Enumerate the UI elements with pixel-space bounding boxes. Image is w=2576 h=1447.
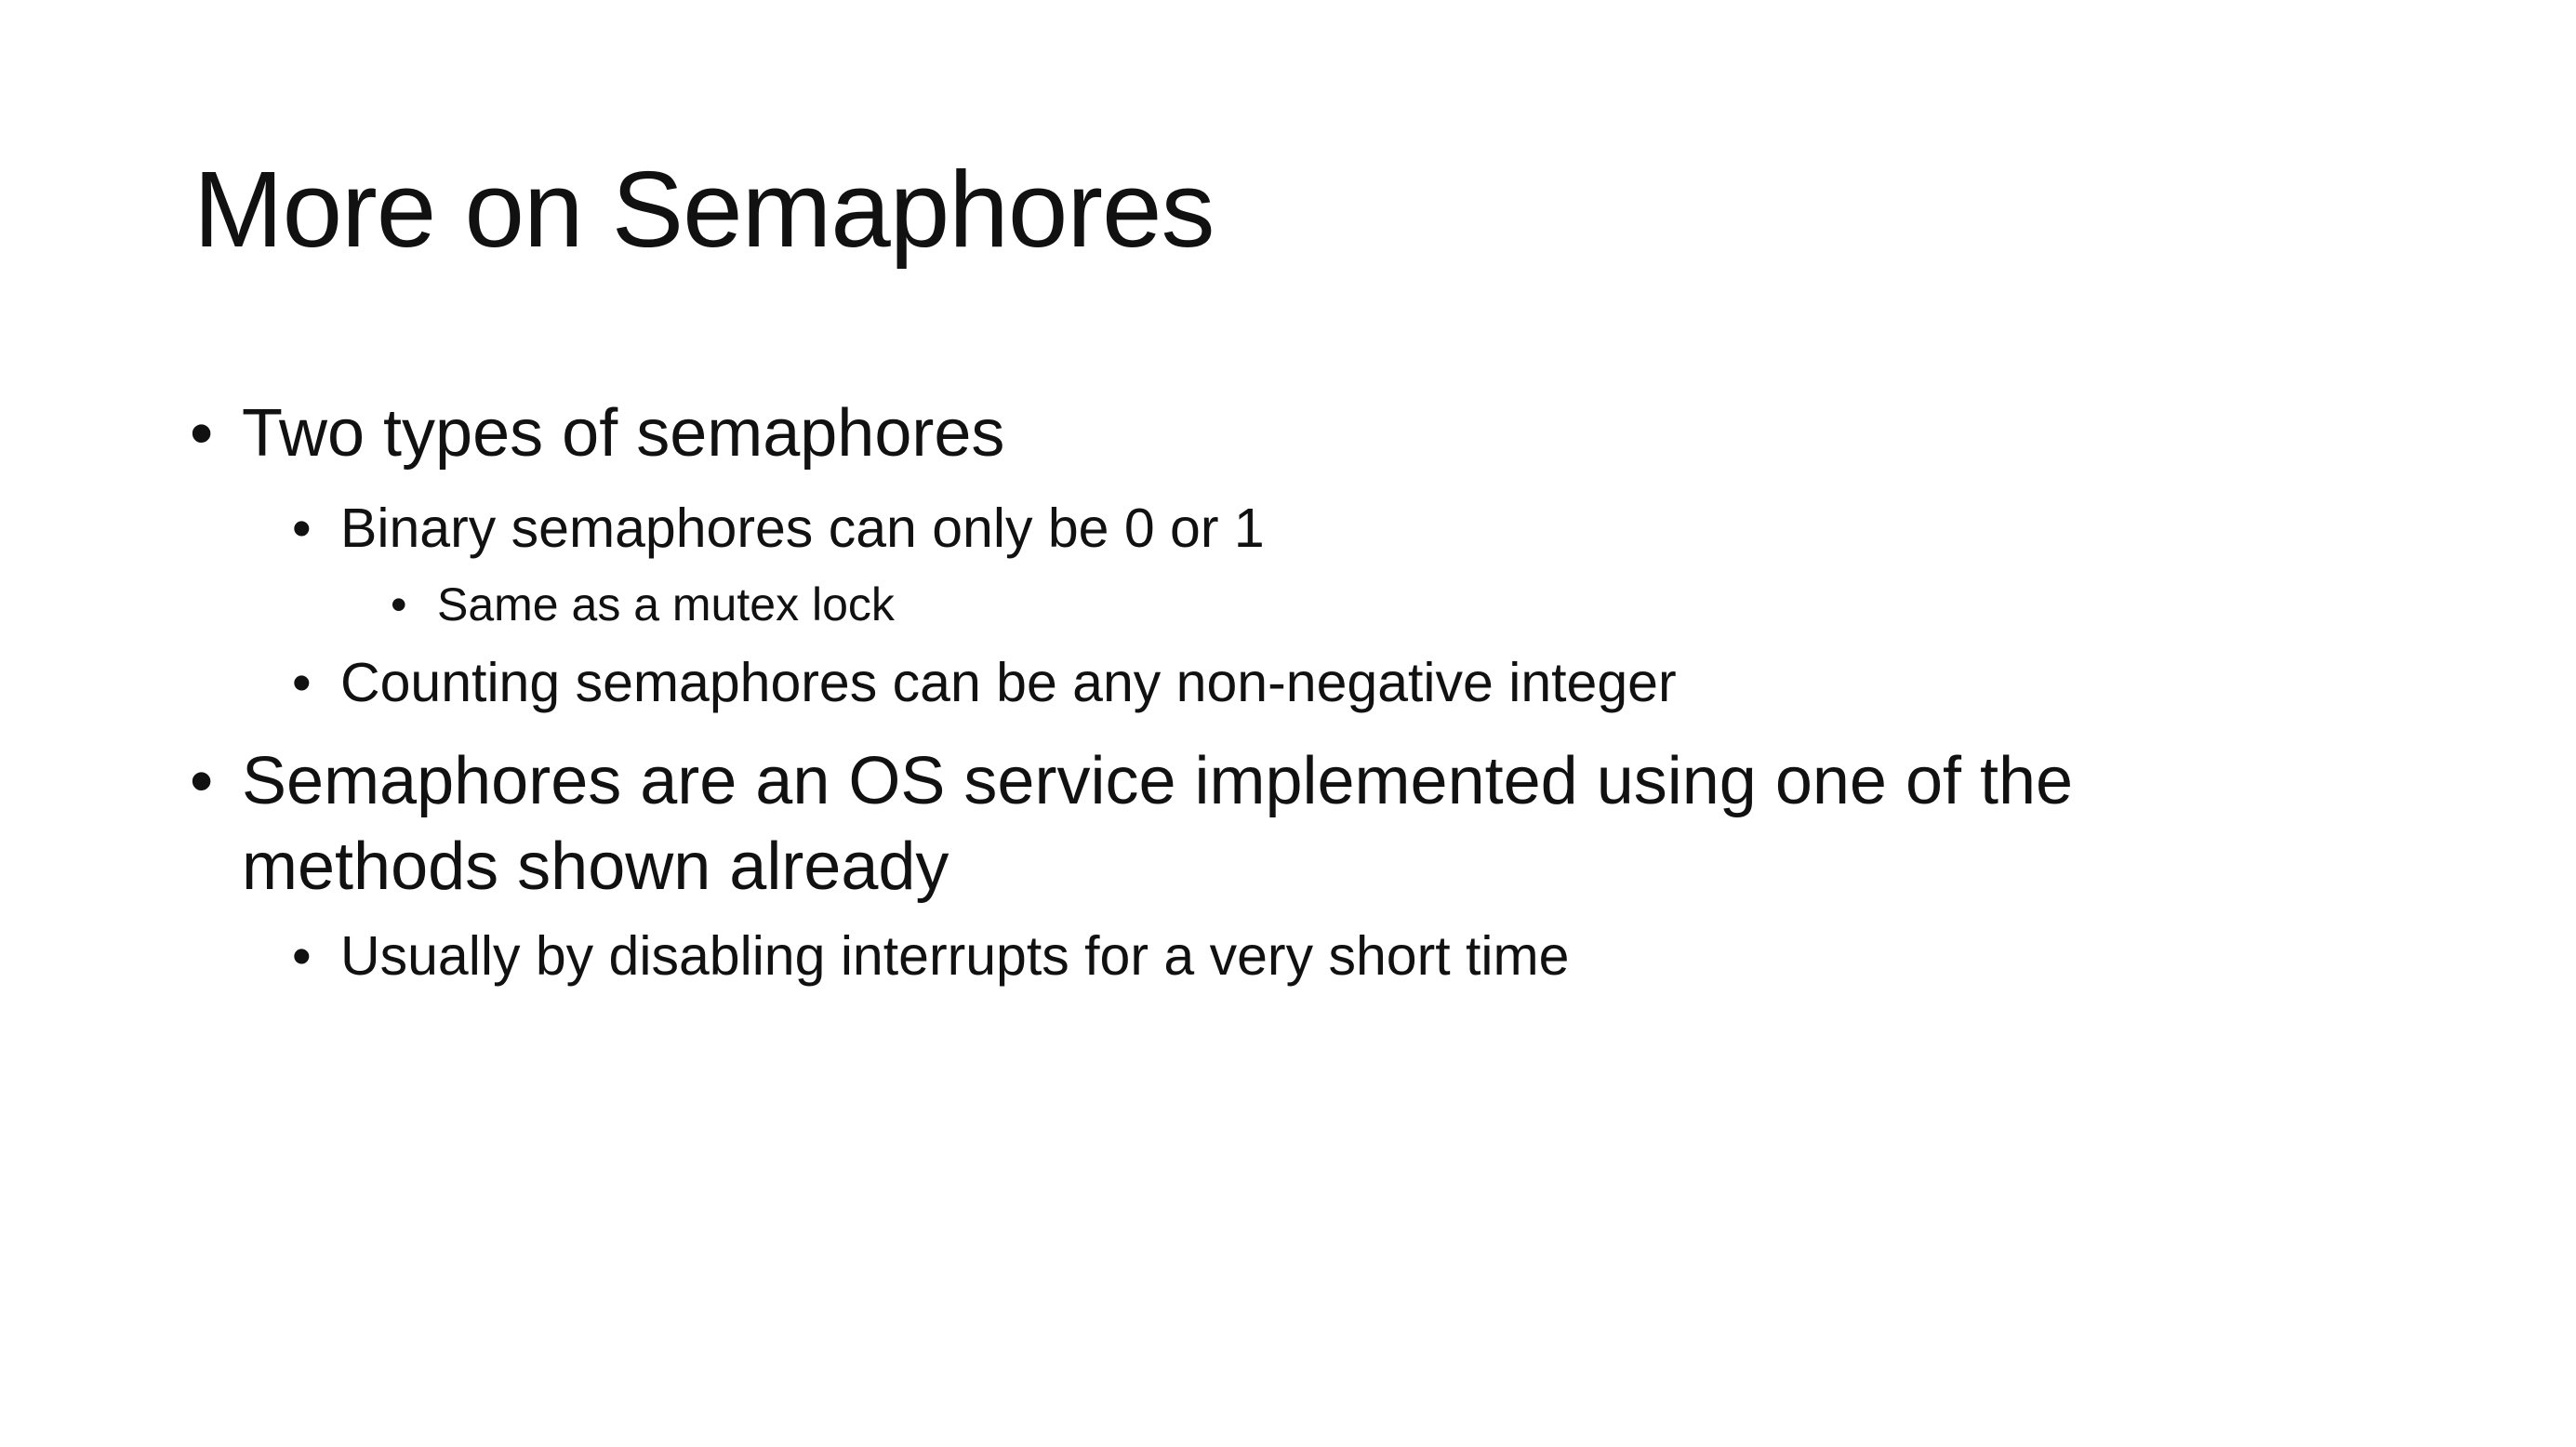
bullet-os-service: • Semaphores are an OS service implement… (190, 738, 2232, 909)
bullet-disabling-interrupts: • Usually by disabling interrupts for a … (292, 919, 1570, 993)
bullet-dot: • (292, 652, 312, 713)
bullet-text: Two types of semaphores (242, 396, 1005, 471)
bullet-text: Same as a mutex lock (437, 578, 895, 631)
bullet-two-types: • Two types of semaphores (190, 391, 1005, 476)
bullet-mutex-lock: • Same as a mutex lock (391, 574, 895, 635)
bullet-binary-semaphores: • Binary semaphores can only be 0 or 1 (292, 491, 1265, 565)
bullet-text: Counting semaphores can be any non-negat… (340, 652, 1677, 713)
bullet-dot: • (391, 578, 407, 631)
slide-title: More on Semaphores (193, 149, 1215, 270)
slide: More on Semaphores • Two types of semaph… (0, 0, 2576, 1447)
bullet-text: Usually by disabling interrupts for a ve… (340, 925, 1570, 987)
bullet-dot: • (190, 396, 214, 471)
bullet-dot: • (190, 744, 214, 818)
bullet-text: Semaphores are an OS service implemented… (242, 744, 2074, 904)
bullet-dot: • (292, 498, 312, 559)
bullet-text: Binary semaphores can only be 0 or 1 (340, 498, 1265, 559)
bullet-counting-semaphores: • Counting semaphores can be any non-neg… (292, 645, 1677, 720)
bullet-dot: • (292, 925, 312, 987)
